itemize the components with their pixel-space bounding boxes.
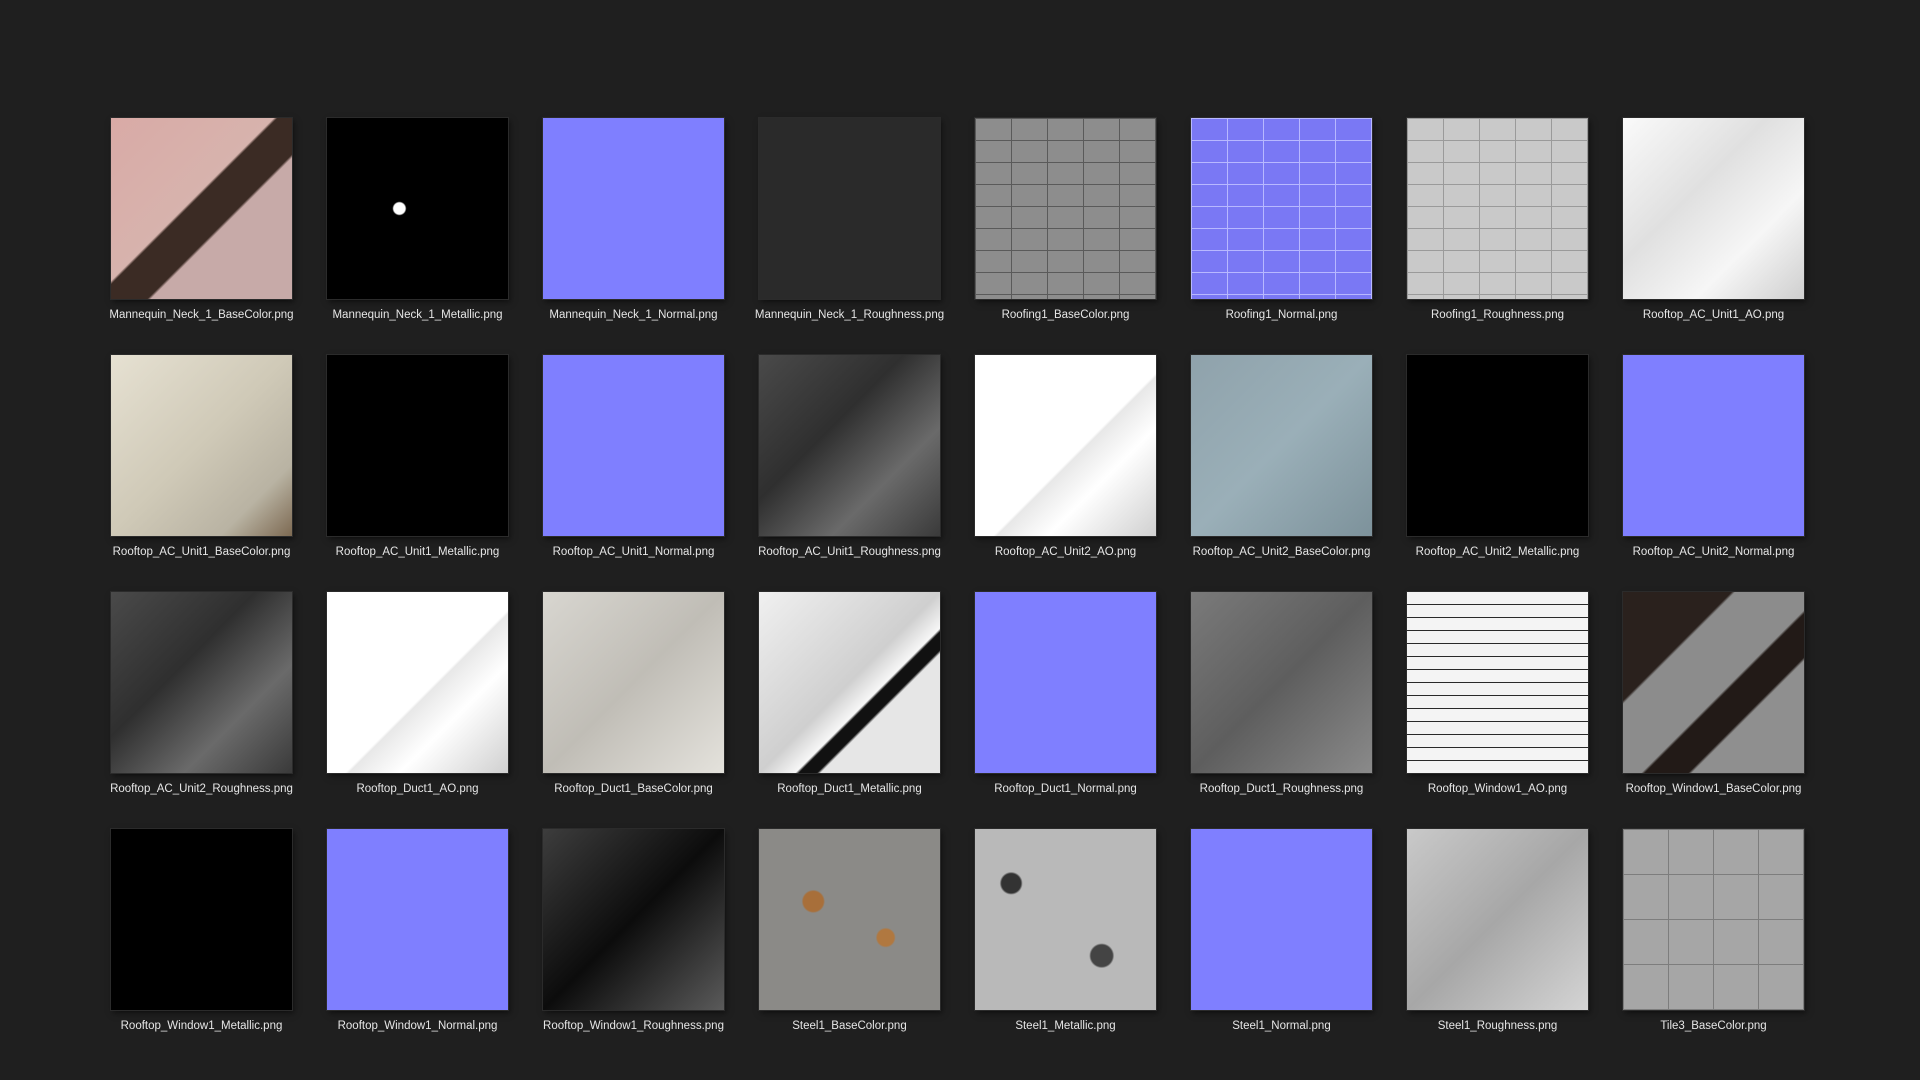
file-tile[interactable]: Roofing1_Roughness.png	[1407, 118, 1588, 322]
file-name-label: Roofing1_Normal.png	[1225, 309, 1338, 321]
file-name-label: Roofing1_BaseColor.png	[1001, 309, 1130, 321]
file-tile[interactable]: Tile3_BaseColor.png	[1623, 829, 1804, 1033]
texture-thumbnail[interactable]	[1407, 355, 1588, 536]
file-tile[interactable]: Rooftop_AC_Unit2_AO.png	[975, 355, 1156, 559]
texture-thumbnail[interactable]	[111, 355, 292, 536]
file-name-label: Rooftop_AC_Unit1_BaseColor.png	[112, 546, 291, 558]
texture-thumbnail[interactable]	[1191, 118, 1372, 299]
file-tile[interactable]: Rooftop_Duct1_BaseColor.png	[543, 592, 724, 796]
file-tile[interactable]: Mannequin_Neck_1_Normal.png	[543, 118, 724, 322]
file-name-label: Rooftop_Window1_BaseColor.png	[1625, 783, 1802, 795]
file-name-label: Rooftop_AC_Unit2_AO.png	[994, 546, 1137, 558]
file-tile[interactable]: Roofing1_BaseColor.png	[975, 118, 1156, 322]
file-tile[interactable]: Rooftop_AC_Unit2_Normal.png	[1623, 355, 1804, 559]
texture-thumbnail[interactable]	[975, 592, 1156, 773]
file-name-label: Rooftop_Window1_AO.png	[1427, 783, 1568, 795]
file-name-label: Rooftop_Duct1_BaseColor.png	[554, 783, 713, 795]
texture-thumbnail[interactable]	[327, 592, 508, 773]
file-tile[interactable]: Rooftop_AC_Unit1_AO.png	[1623, 118, 1804, 322]
file-name-label: Steel1_Roughness.png	[1437, 1020, 1558, 1032]
texture-thumbnail[interactable]	[1623, 118, 1804, 299]
file-name-label: Rooftop_AC_Unit1_Roughness.png	[758, 546, 941, 558]
texture-thumbnail[interactable]	[327, 355, 508, 536]
texture-thumbnail[interactable]	[327, 118, 508, 299]
file-name-label: Rooftop_AC_Unit2_Roughness.png	[110, 783, 293, 795]
file-tile[interactable]: Rooftop_Duct1_AO.png	[327, 592, 508, 796]
texture-thumbnail[interactable]	[975, 118, 1156, 299]
texture-thumbnail[interactable]	[1623, 355, 1804, 536]
texture-thumbnail[interactable]	[759, 592, 940, 773]
file-tile[interactable]: Steel1_Metallic.png	[975, 829, 1156, 1033]
texture-thumbnail[interactable]	[1623, 592, 1804, 773]
file-tile[interactable]: Mannequin_Neck_1_BaseColor.png	[109, 118, 294, 322]
file-tile[interactable]: Rooftop_Duct1_Roughness.png	[1191, 592, 1372, 796]
file-tile[interactable]: Rooftop_AC_Unit1_Metallic.png	[327, 355, 508, 559]
texture-thumbnail[interactable]	[111, 118, 292, 299]
texture-thumbnail[interactable]	[543, 118, 724, 299]
texture-thumbnail[interactable]	[1191, 355, 1372, 536]
texture-thumbnail[interactable]	[1623, 829, 1804, 1010]
file-name-label: Mannequin_Neck_1_BaseColor.png	[109, 309, 294, 321]
file-tile[interactable]: Steel1_Normal.png	[1191, 829, 1372, 1033]
texture-thumbnail[interactable]	[1191, 592, 1372, 773]
file-name-label: Rooftop_Duct1_Metallic.png	[777, 783, 922, 795]
file-name-label: Rooftop_AC_Unit2_Normal.png	[1632, 546, 1795, 558]
file-name-label: Rooftop_AC_Unit2_Metallic.png	[1415, 546, 1580, 558]
texture-thumbnail[interactable]	[975, 829, 1156, 1010]
file-tile[interactable]: Rooftop_AC_Unit1_Roughness.png	[758, 355, 941, 559]
file-tile[interactable]: Rooftop_AC_Unit1_BaseColor.png	[111, 355, 292, 559]
file-tile[interactable]: Rooftop_Window1_Metallic.png	[111, 829, 292, 1033]
texture-thumbnail[interactable]	[1407, 829, 1588, 1010]
file-tile[interactable]: Roofing1_Normal.png	[1191, 118, 1372, 322]
file-tile[interactable]: Steel1_BaseColor.png	[759, 829, 940, 1033]
texture-thumbnail[interactable]	[111, 829, 292, 1010]
texture-thumbnail[interactable]	[1407, 118, 1588, 299]
file-tile[interactable]: Rooftop_Window1_AO.png	[1407, 592, 1588, 796]
texture-thumbnail[interactable]	[1191, 829, 1372, 1010]
file-tile[interactable]: Rooftop_AC_Unit2_Roughness.png	[110, 592, 293, 796]
texture-thumbnail[interactable]	[975, 355, 1156, 536]
file-name-label: Rooftop_AC_Unit2_BaseColor.png	[1192, 546, 1371, 558]
file-name-label: Rooftop_AC_Unit1_Normal.png	[552, 546, 715, 558]
texture-thumbnail[interactable]	[759, 829, 940, 1010]
file-name-label: Rooftop_Duct1_Roughness.png	[1199, 783, 1364, 795]
file-tile[interactable]: Steel1_Roughness.png	[1407, 829, 1588, 1033]
file-name-label: Rooftop_Window1_Metallic.png	[120, 1020, 283, 1032]
file-name-label: Mannequin_Neck_1_Roughness.png	[754, 309, 945, 321]
file-name-label: Steel1_Metallic.png	[1015, 1020, 1116, 1032]
texture-thumbnail[interactable]	[327, 829, 508, 1010]
file-name-label: Mannequin_Neck_1_Metallic.png	[332, 309, 503, 321]
file-name-label: Tile3_BaseColor.png	[1660, 1020, 1767, 1032]
file-name-label: Rooftop_Window1_Normal.png	[337, 1020, 498, 1032]
file-tile[interactable]: Rooftop_Duct1_Normal.png	[975, 592, 1156, 796]
file-name-label: Rooftop_AC_Unit1_Metallic.png	[335, 546, 500, 558]
texture-thumbnail[interactable]	[1407, 592, 1588, 773]
file-name-label: Rooftop_Duct1_Normal.png	[994, 783, 1137, 795]
file-tile[interactable]: Rooftop_Window1_Normal.png	[327, 829, 508, 1033]
file-name-label: Mannequin_Neck_1_Normal.png	[549, 309, 718, 321]
texture-thumbnail[interactable]	[543, 592, 724, 773]
file-name-label: Steel1_BaseColor.png	[792, 1020, 907, 1032]
file-name-label: Steel1_Normal.png	[1232, 1020, 1331, 1032]
file-name-label: Rooftop_Duct1_AO.png	[356, 783, 479, 795]
texture-thumbnail[interactable]	[543, 829, 724, 1010]
file-name-label: Roofing1_Roughness.png	[1431, 309, 1564, 321]
file-tile[interactable]: Mannequin_Neck_1_Roughness.png	[755, 118, 944, 322]
file-tile[interactable]: Rooftop_Duct1_Metallic.png	[759, 592, 940, 796]
file-tile[interactable]: Mannequin_Neck_1_Metallic.png	[327, 118, 508, 322]
texture-thumbnail[interactable]	[759, 355, 940, 536]
file-tile[interactable]: Rooftop_Window1_Roughness.png	[543, 829, 724, 1033]
texture-file-grid: Mannequin_Neck_1_BaseColor.png Mannequin_…	[109, 118, 1815, 1033]
file-tile[interactable]: Rooftop_AC_Unit2_BaseColor.png	[1191, 355, 1372, 559]
file-name-label: Rooftop_AC_Unit1_AO.png	[1642, 309, 1785, 321]
texture-thumbnail[interactable]	[543, 355, 724, 536]
file-tile[interactable]: Rooftop_AC_Unit2_Metallic.png	[1407, 355, 1588, 559]
texture-thumbnail[interactable]	[759, 118, 940, 299]
texture-thumbnail[interactable]	[111, 592, 292, 773]
file-name-label: Rooftop_Window1_Roughness.png	[543, 1020, 724, 1032]
file-tile[interactable]: Rooftop_Window1_BaseColor.png	[1623, 592, 1804, 796]
file-tile[interactable]: Rooftop_AC_Unit1_Normal.png	[543, 355, 724, 559]
